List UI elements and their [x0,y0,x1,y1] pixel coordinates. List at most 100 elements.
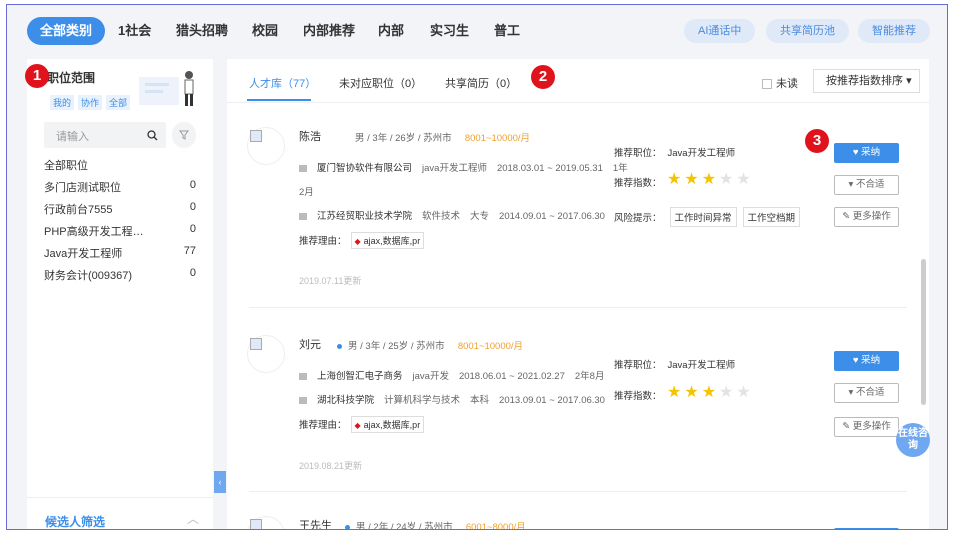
ai-call-button[interactable]: AI通话中 [684,19,756,43]
reason-tag: ◆ ajax,数据库,pr [350,416,425,433]
rec-pos-label: 推荐职位： [614,148,662,159]
reason-tag: ◆ ajax,数据库,pr [350,232,425,249]
recommend-reason: 推荐理由： ◆ ajax,数据库,pr [299,232,427,249]
candidate-meta-text: 男 / 2年 / 24岁 / 苏州市 [356,522,453,530]
category-social[interactable]: 1社会 [118,17,151,45]
wrench-icon: ✎ [842,421,853,432]
category-internal-referral[interactable]: 内部推荐 [303,17,355,45]
position-item[interactable]: 多门店测试职位 0 [44,179,196,195]
tag-icon: ◆ [354,421,361,430]
category-all[interactable]: 全部类别 [27,17,106,45]
risk-warning: 风险提示： 工作时间异常 工作空档期 [614,207,806,227]
candidate-salary: 8001~10000/月 [464,133,531,144]
wrench-icon: ✎ [842,211,853,222]
filter-button[interactable] [172,122,196,148]
reject-button[interactable]: ▾ 不合适 [834,175,899,195]
work-duration: 1年 [612,163,628,174]
school-name: 江苏经贸职业技术学院 [317,211,413,222]
candidate-filter-label: 候选人筛选 [45,515,106,529]
category-internal[interactable]: 内部 [378,17,404,45]
reject-button[interactable]: ▾ 不合适 [834,383,899,403]
recommend-reason: 推荐理由： ◆ ajax,数据库,pr [299,416,427,433]
search-icon[interactable] [147,130,158,141]
candidate-meta-text: 男 / 3年 / 26岁 / 苏州市 [355,133,452,144]
company-name: 厦门智协软件有限公司 [317,163,413,174]
accept-button[interactable] [834,528,899,529]
checkbox-icon [762,79,772,90]
avatar[interactable] [247,516,285,529]
degree: 本科 [470,395,490,406]
school-period: 2013.09.01 ~ 2017.06.30 [499,395,605,406]
risk-tag: 工作空档期 [742,207,801,227]
candidate-salary: 8001~10000/月 [457,341,524,352]
rating-stars: ★★★★★ [667,385,754,401]
more-label: 更多操作 [852,421,891,432]
position-name: 多门店测试职位 [44,182,121,194]
avatar[interactable] [247,335,285,373]
work-duration-wrap: 2月 [299,187,314,198]
chevron-left-icon: ‹ [218,477,222,487]
star-icon: ★ [684,384,702,401]
position-item[interactable]: 财务会计(009367) 0 [44,267,196,283]
candidate-name[interactable]: 刘元 [299,336,321,352]
work-experience: 厦门智协软件有限公司 java开发工程师 2018.03.01 ~ 2019.05.… [299,160,628,174]
position-item[interactable]: 行政前台7555 0 [44,201,196,217]
position-name: PHP高级开发工程… [44,226,144,238]
position-item[interactable]: PHP高级开发工程… 0 [44,223,196,239]
position-item[interactable]: Java开发工程师 77 [44,245,196,261]
more-actions-button[interactable]: ✎ 更多操作 [834,207,899,227]
scope-all[interactable]: 全部 [106,95,131,110]
chevron-up-icon[interactable]: ︿ [187,510,199,527]
thumbs-down-icon: ▾ [848,387,856,398]
rating-stars: ★★★★★ [667,172,754,188]
company-name: 上海创智汇电子商务 [317,371,403,382]
reason-label: 推荐理由： [299,236,347,247]
annotation-badge-1: 1 [25,64,49,88]
school-period: 2014.09.01 ~ 2017.06.30 [499,211,605,222]
degree: 大专 [470,211,490,222]
work-period: 2018.06.01 ~ 2021.02.27 [458,371,565,382]
scope-collab[interactable]: 协作 [78,95,103,110]
search-input[interactable]: 请输入 [44,122,166,148]
candidate-meta-text: 男 / 3年 / 25岁 / 苏州市 [348,341,445,352]
divider [227,102,929,103]
all-positions-header[interactable]: 全部职位 [44,157,88,173]
app-window: 全部类别 1社会 猎头招聘 校园 内部推荐 内部 实习生 普工 AI通话中 共享… [6,4,948,530]
star-icon: ★ [667,384,685,401]
tab-unmatched-position[interactable]: 未对应职位（0） [339,75,422,91]
candidate-name[interactable]: 王先生 [299,517,332,529]
unread-checkbox[interactable]: 未读 [762,75,798,91]
shared-resume-pool-button[interactable]: 共享简历池 [766,19,849,43]
position-count: 0 [189,223,196,235]
annotation-badge-3: 3 [805,129,829,153]
category-campus[interactable]: 校园 [252,17,278,45]
tab-talent-pool[interactable]: 人才库（77） [249,75,316,91]
sidebar: 职位范围 我的 协作 全部 请输入 全部职位 多门店测试职位 0 行政前台7555… [27,59,213,529]
candidate-name[interactable]: 陈浩 [299,128,321,144]
update-date: 2019.07.11更新 [299,276,362,286]
category-intern[interactable]: 实习生 [430,17,469,45]
tab-shared-resume[interactable]: 共享简历（0） [445,75,517,91]
smart-recommend-button[interactable]: 智能推荐 [858,19,930,43]
avatar[interactable] [247,127,285,165]
scope-mine[interactable]: 我的 [50,95,75,110]
candidate-meta: 男 / 2年 / 24岁 / 苏州市 6001~8000/月 [345,519,526,530]
scrollbar[interactable] [921,259,926,405]
position-count: 0 [189,179,196,191]
category-headhunter[interactable]: 猎头招聘 [176,17,228,45]
candidate-filter-section[interactable]: 候选人筛选 ︿ [27,497,213,529]
collapse-sidebar-button[interactable]: ‹ [214,471,226,493]
accept-button[interactable]: ♥ 采纳 [834,143,899,163]
education: 湖北科技学院 计算机科学与技术 本科 2013.09.01 ~ 2017.06.30 [299,392,605,406]
accept-button[interactable]: ♥ 采纳 [834,351,899,371]
sort-dropdown[interactable]: 按推荐指数排序 ▾ [813,69,920,93]
heart-icon: ♥ [852,355,862,366]
more-actions-button[interactable]: ✎ 更多操作 [834,417,899,437]
position-count: 77 [183,245,196,257]
work-experience: 上海创智汇电子商务 java开发 2018.06.01 ~ 2021.02.27 2年… [299,368,604,382]
rec-index-label: 推荐指数： [614,178,662,189]
online-consult-button[interactable]: 在线咨询 [896,423,930,457]
position-name: Java开发工程师 [44,248,123,260]
category-general-worker[interactable]: 普工 [494,17,520,45]
risk-label: 风险提示： [614,213,662,224]
